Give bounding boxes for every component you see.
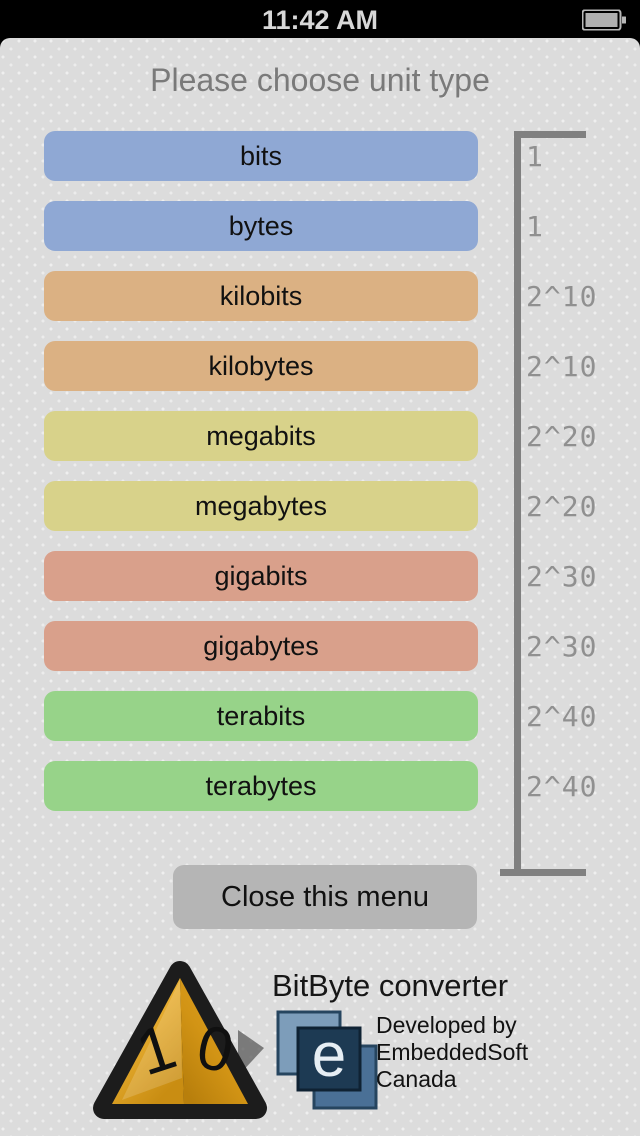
page-title: Please choose unit type xyxy=(150,62,490,98)
unit-button-label: kilobytes xyxy=(208,350,314,381)
close-menu-button[interactable]: Close this menu xyxy=(173,865,477,929)
exponent-value-terabytes: 2^40 xyxy=(526,769,598,803)
exponent-value-bits: 1 xyxy=(526,139,544,173)
unit-button-label: megabytes xyxy=(194,490,328,521)
footer: 1 0 BitByte converter e Developed by Embe… xyxy=(0,958,640,1136)
bracket-cap-bottom-icon xyxy=(500,869,586,876)
exponent-value-megabits: 2^20 xyxy=(526,419,598,453)
unit-button-terabits[interactable]: terabits xyxy=(44,691,478,741)
unit-button-label: gigabytes xyxy=(203,630,319,661)
brand-title: BitByte converter xyxy=(272,968,509,1003)
unit-button-label: kilobits xyxy=(219,280,303,311)
unit-button-label: gigabits xyxy=(214,560,308,591)
exponent-value-terabits: 2^40 xyxy=(526,699,598,733)
developer-credit-line: EmbeddedSoft xyxy=(376,1039,529,1065)
battery-icon xyxy=(582,9,626,31)
exponent-value-gigabits: 2^30 xyxy=(526,559,598,593)
unit-type-list: bits bytes kilobits kilobytes megabits megaby… xyxy=(44,131,478,831)
unit-button-megabits[interactable]: megabits xyxy=(44,411,478,461)
developer-credit-line: Developed by xyxy=(376,1012,517,1038)
unit-button-label: terabytes xyxy=(205,770,317,801)
developer-credit: Developed by EmbeddedSoft Canada xyxy=(376,1012,528,1093)
unit-button-gigabits[interactable]: gigabits xyxy=(44,551,478,601)
unit-button-kilobits[interactable]: kilobits xyxy=(44,271,478,321)
unit-button-label: terabits xyxy=(216,700,306,731)
svg-text:e: e xyxy=(312,1021,346,1090)
exponent-value-kilobytes: 2^10 xyxy=(526,349,598,383)
embeddedsoft-e-logo-icon: e xyxy=(276,1010,378,1110)
unit-button-label: bits xyxy=(239,140,283,171)
exponent-bracket-column: 1 1 2^10 2^10 2^20 2^20 2^30 2^30 2^40 2^40 xyxy=(500,131,640,876)
status-bar: 11:42 AM xyxy=(0,0,640,40)
exponent-value-megabytes: 2^20 xyxy=(526,489,598,523)
unit-button-label: bytes xyxy=(228,210,294,241)
unit-button-kilobytes[interactable]: kilobytes xyxy=(44,341,478,391)
exponent-value-gigabytes: 2^30 xyxy=(526,629,598,663)
exponent-value-kilobits: 2^10 xyxy=(526,279,598,313)
unit-button-label: megabits xyxy=(206,420,316,451)
bracket-vertical-line-icon xyxy=(514,137,521,876)
unit-button-bits[interactable]: bits xyxy=(44,131,478,181)
unit-button-bytes[interactable]: bytes xyxy=(44,201,478,251)
exponent-value-bytes: 1 xyxy=(526,209,544,243)
status-bar-time: 11:42 AM xyxy=(261,4,379,35)
developer-credit-line: Canada xyxy=(376,1066,457,1092)
unit-button-megabytes[interactable]: megabytes xyxy=(44,481,478,531)
app-panel: Please choose unit type bits bytes kilobit… xyxy=(0,38,640,1136)
unit-button-terabytes[interactable]: terabytes xyxy=(44,761,478,811)
unit-button-gigabytes[interactable]: gigabytes xyxy=(44,621,478,671)
pyramid-logo-icon: 1 0 xyxy=(93,961,267,1119)
